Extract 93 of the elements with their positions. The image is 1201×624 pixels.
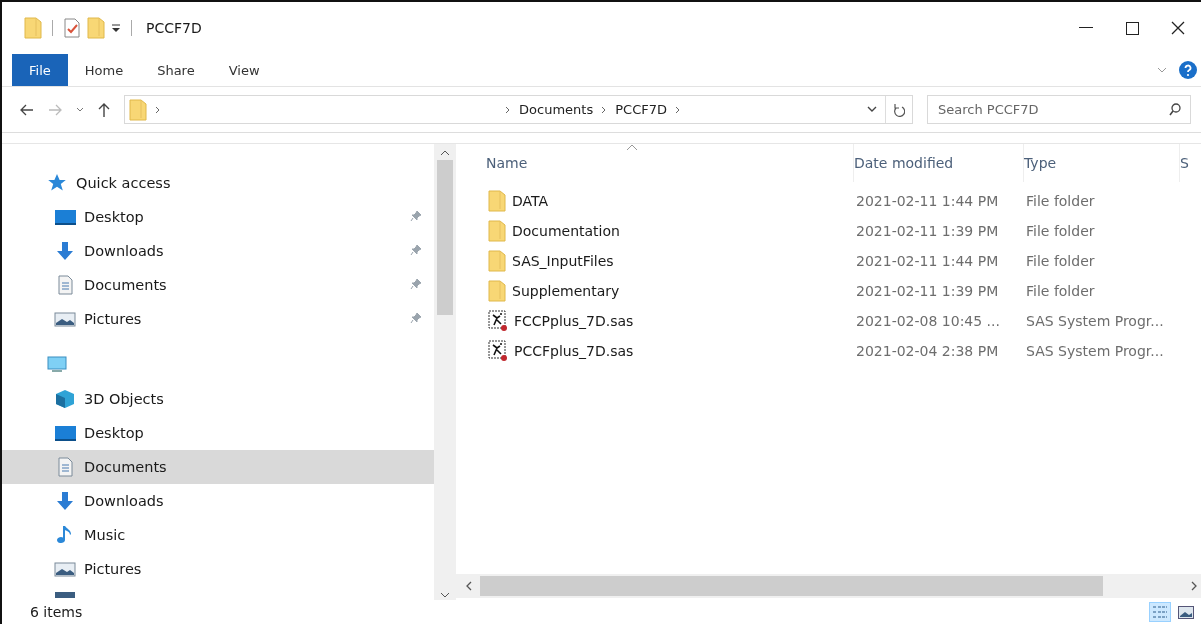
chevron-icon[interactable] xyxy=(505,105,512,114)
folder-icon xyxy=(24,17,42,39)
desktop-icon xyxy=(54,207,76,227)
folder-icon xyxy=(129,98,147,121)
nav-item[interactable]: Documents xyxy=(2,450,434,484)
type-cell-text: File folder xyxy=(1026,253,1096,269)
chevron-icon[interactable] xyxy=(675,105,681,114)
recent-locations-icon[interactable] xyxy=(76,106,84,113)
new-folder-icon xyxy=(87,17,105,39)
file-name[interactable]: Documentation xyxy=(512,223,620,239)
large-icons-view-icon xyxy=(1178,605,1194,619)
search-field[interactable]: Search PCCF7D xyxy=(927,95,1191,124)
desktop-icon xyxy=(54,423,76,443)
pin-icon xyxy=(410,312,422,324)
search-icon xyxy=(1169,103,1181,116)
scroll-down-icon[interactable] xyxy=(440,592,450,598)
nav-item[interactable]: Downloads xyxy=(2,234,434,268)
sas-file-icon xyxy=(488,310,508,332)
pin-icon xyxy=(410,278,422,290)
ribbon-tab[interactable]: Home xyxy=(67,54,141,86)
scrollbar-thumb[interactable] xyxy=(437,160,453,315)
type-cell-text: File folder xyxy=(1026,193,1096,209)
date-cell-text: 2021-02-11 1:39 PM xyxy=(856,283,1000,299)
column-header[interactable]: Date modified xyxy=(854,144,1024,182)
file-name[interactable]: PCCFplus_7D.sas xyxy=(514,343,634,359)
vertical-scrollbar[interactable] xyxy=(434,144,456,600)
sas-file-icon xyxy=(488,340,508,362)
folder-icon xyxy=(488,250,506,272)
breadcrumb[interactable]: Documents xyxy=(519,102,594,117)
folder-icon xyxy=(488,190,506,212)
type-cell-text: SAS System Progr... xyxy=(1026,343,1165,359)
picture-icon xyxy=(54,309,76,329)
date-cell-text: 2021-02-04 2:38 PM xyxy=(856,343,1000,359)
computer-icon xyxy=(46,355,68,375)
column-header[interactable]: Name xyxy=(486,144,854,182)
back-arrow-icon[interactable] xyxy=(20,103,34,116)
download-arrow-icon xyxy=(54,491,76,511)
pin-icon xyxy=(410,244,422,256)
help-icon[interactable] xyxy=(1179,61,1197,79)
minimize-icon[interactable] xyxy=(1079,27,1093,29)
refresh-icon[interactable] xyxy=(893,102,905,117)
horizontal-scrollbar[interactable] xyxy=(456,574,1201,598)
close-icon[interactable] xyxy=(1171,21,1185,35)
nav-section-label[interactable]: Quick access xyxy=(76,175,171,191)
view-toggle[interactable] xyxy=(1149,602,1171,622)
up-arrow-icon[interactable] xyxy=(98,102,110,117)
chevron-icon[interactable] xyxy=(601,105,608,114)
folder-icon xyxy=(488,280,506,302)
history-dropdown-icon[interactable] xyxy=(867,106,877,113)
column-header[interactable]: Type xyxy=(1024,144,1180,182)
nav-item[interactable]: Music xyxy=(2,518,434,552)
date-cell-text: 2021-02-11 1:39 PM xyxy=(856,223,1000,239)
nav-item[interactable]: Downloads xyxy=(2,484,434,518)
properties-icon[interactable] xyxy=(63,18,81,38)
scrollbar-thumb[interactable] xyxy=(480,576,1103,596)
window-title: PCCF7D xyxy=(146,20,202,36)
cube-icon xyxy=(54,389,76,409)
ribbon-tab[interactable]: Share xyxy=(140,54,212,86)
date-cell-text: 2021-02-08 10:45 ... xyxy=(856,313,1001,329)
expand-ribbon-icon[interactable] xyxy=(1157,67,1167,73)
video-icon xyxy=(54,592,76,598)
file-name[interactable]: SAS_InputFiles xyxy=(512,253,614,269)
nav-item[interactable]: Desktop xyxy=(2,200,434,234)
date-cell-text: 2021-02-11 1:44 PM xyxy=(856,253,1000,269)
pin-icon xyxy=(410,210,422,222)
details-view-icon xyxy=(1152,605,1168,619)
chevron-icon[interactable] xyxy=(155,105,161,114)
breadcrumb[interactable]: PCCF7D xyxy=(615,102,667,117)
nav-item[interactable]: 3D Objects xyxy=(2,382,434,416)
nav-item[interactable]: Pictures xyxy=(2,552,434,586)
download-arrow-icon xyxy=(54,241,76,261)
date-cell-text: 2021-02-11 1:44 PM xyxy=(856,193,1000,209)
file-name[interactable]: DATA xyxy=(512,193,549,209)
nav-item[interactable]: Documents xyxy=(2,268,434,302)
scroll-up-icon[interactable] xyxy=(440,150,450,156)
type-cell-text: File folder xyxy=(1026,223,1096,239)
picture-icon xyxy=(54,559,76,579)
ribbon-tab[interactable]: View xyxy=(211,54,277,86)
file-name[interactable]: Supplementary xyxy=(512,283,620,299)
star-icon xyxy=(46,173,68,193)
column-header[interactable]: S xyxy=(1180,144,1201,182)
scroll-right-icon[interactable] xyxy=(1191,581,1197,591)
file-name[interactable]: FCCPplus_7D.sas xyxy=(514,313,634,329)
folder-icon xyxy=(488,220,506,242)
type-cell-text: SAS System Progr... xyxy=(1026,313,1165,329)
type-cell-text: File folder xyxy=(1026,283,1096,299)
nav-item[interactable]: Pictures xyxy=(2,302,434,336)
scroll-left-icon[interactable] xyxy=(466,581,472,591)
nav-item[interactable]: Desktop xyxy=(2,416,434,450)
maximize-icon[interactable] xyxy=(1125,21,1139,35)
file-menu-tab[interactable]: File xyxy=(12,54,68,86)
dropdown-icon[interactable] xyxy=(111,23,121,33)
item-count: 6 items xyxy=(30,604,83,620)
